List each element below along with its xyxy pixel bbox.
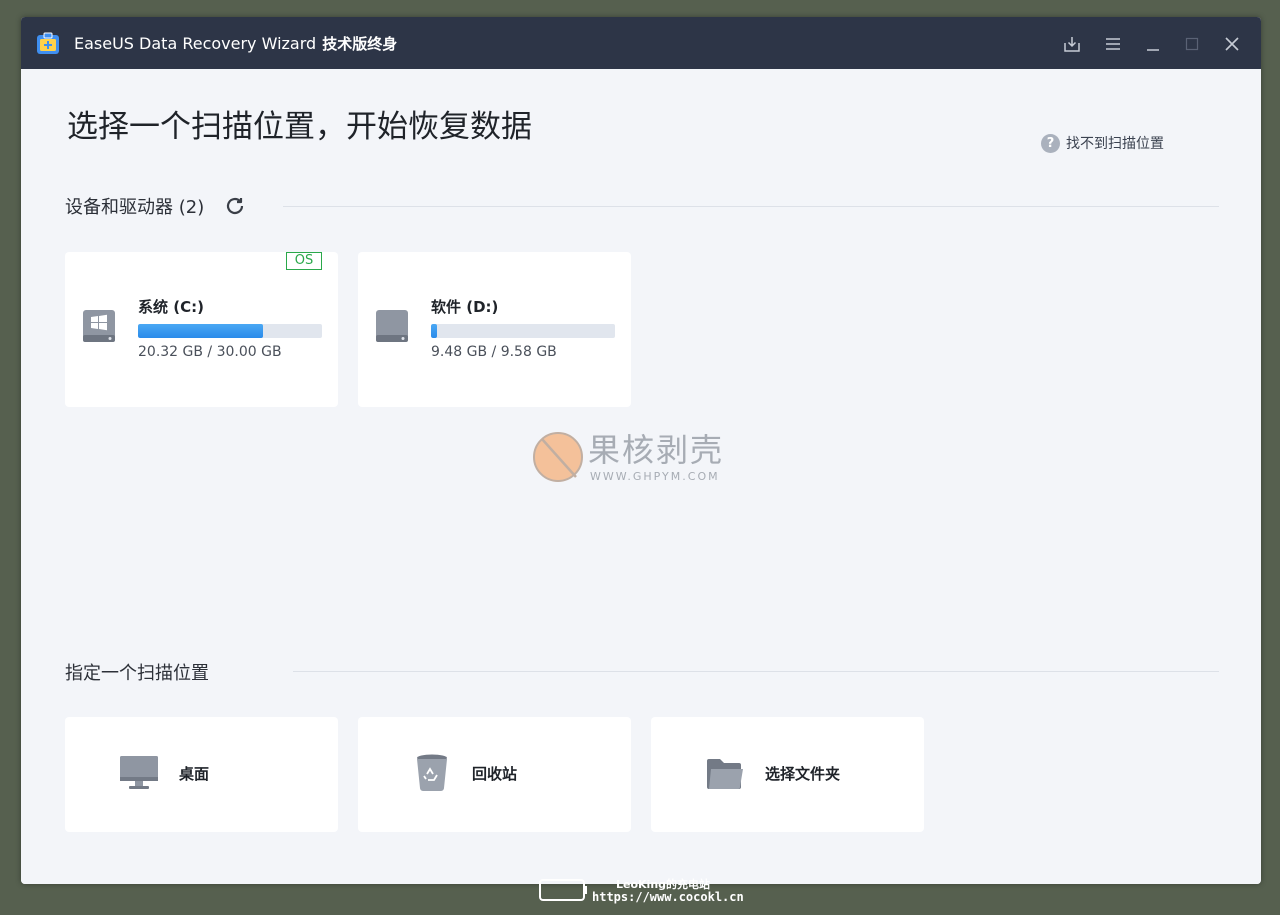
footer-logo-icon — [539, 879, 587, 901]
drive-name: 系统 (C:) — [138, 298, 204, 316]
minimize-icon — [1147, 49, 1159, 51]
location-label: 回收站 — [472, 765, 518, 783]
download-icon — [1064, 37, 1080, 52]
windows-drive-icon — [83, 310, 115, 342]
title-bar: EaseUS Data Recovery Wizard 技术版终身 — [21, 17, 1261, 69]
watermark-text: 果核剥壳 — [588, 431, 725, 469]
drive-name: 软件 (D:) — [431, 298, 499, 316]
watermark-logo-icon — [533, 432, 583, 482]
location-label: 桌面 — [179, 765, 210, 783]
watermark: 果核剥壳 WWW.GHPYM.COM — [532, 430, 762, 488]
app-icon — [37, 32, 59, 54]
hard-drive-icon — [376, 310, 408, 342]
drive-usage-bar — [431, 324, 615, 338]
app-title: EaseUS Data Recovery Wizard 技术版终身 — [74, 34, 397, 54]
drive-usage-fill — [431, 324, 437, 338]
refresh-button[interactable] — [224, 194, 248, 218]
app-name: EaseUS Data Recovery Wizard — [74, 34, 317, 53]
location-label: 选择文件夹 — [765, 765, 841, 783]
close-button[interactable] — [1221, 33, 1243, 55]
refresh-icon — [227, 197, 244, 215]
location-card-recycle-bin[interactable]: 回收站 — [358, 717, 631, 832]
devices-section-title: 设备和驱动器 (2) — [65, 197, 205, 218]
maximize-button[interactable] — [1181, 33, 1203, 55]
drive-usage-fill — [138, 324, 263, 338]
page-title: 选择一个扫描位置，开始恢复数据 — [67, 109, 532, 145]
app-edition: 技术版终身 — [322, 35, 398, 53]
drive-size: 20.32 GB / 30.00 GB — [138, 344, 282, 360]
devices-separator — [283, 206, 1219, 207]
location-separator — [293, 671, 1219, 672]
download-button[interactable] — [1061, 33, 1083, 55]
footer-watermark: LeoKing的充电站 https://www.cocokl.cn — [538, 876, 758, 908]
maximize-icon — [1185, 37, 1199, 51]
drive-usage-bar — [138, 324, 322, 338]
menu-button[interactable] — [1102, 33, 1124, 55]
devices-section-header: 设备和驱动器 (2) — [65, 193, 248, 219]
minimize-button[interactable] — [1142, 33, 1164, 55]
help-link[interactable]: ? 找不到扫描位置 — [1041, 133, 1164, 153]
location-card-folder[interactable]: 选择文件夹 — [651, 717, 924, 832]
close-icon — [1225, 37, 1239, 51]
desktop-icon — [120, 756, 158, 789]
folder-icon — [707, 759, 743, 789]
os-badge: OS — [286, 252, 322, 270]
help-link-label: 找不到扫描位置 — [1066, 136, 1164, 152]
question-icon: ? — [1041, 133, 1060, 153]
watermark-url: WWW.GHPYM.COM — [590, 470, 720, 483]
footer-line2: https://www.cocokl.cn — [592, 890, 744, 904]
drive-card-c[interactable]: OS 系统 (C:) 20.32 GB / 30.00 GB — [65, 252, 338, 407]
location-card-desktop[interactable]: 桌面 — [65, 717, 338, 832]
location-section-header: 指定一个扫描位置 — [65, 659, 209, 685]
menu-icon — [1106, 38, 1120, 50]
drive-card-d[interactable]: 软件 (D:) 9.48 GB / 9.58 GB — [358, 252, 631, 407]
recycle-bin-icon — [417, 754, 447, 791]
location-section-title: 指定一个扫描位置 — [65, 663, 209, 684]
drive-size: 9.48 GB / 9.58 GB — [431, 344, 557, 360]
